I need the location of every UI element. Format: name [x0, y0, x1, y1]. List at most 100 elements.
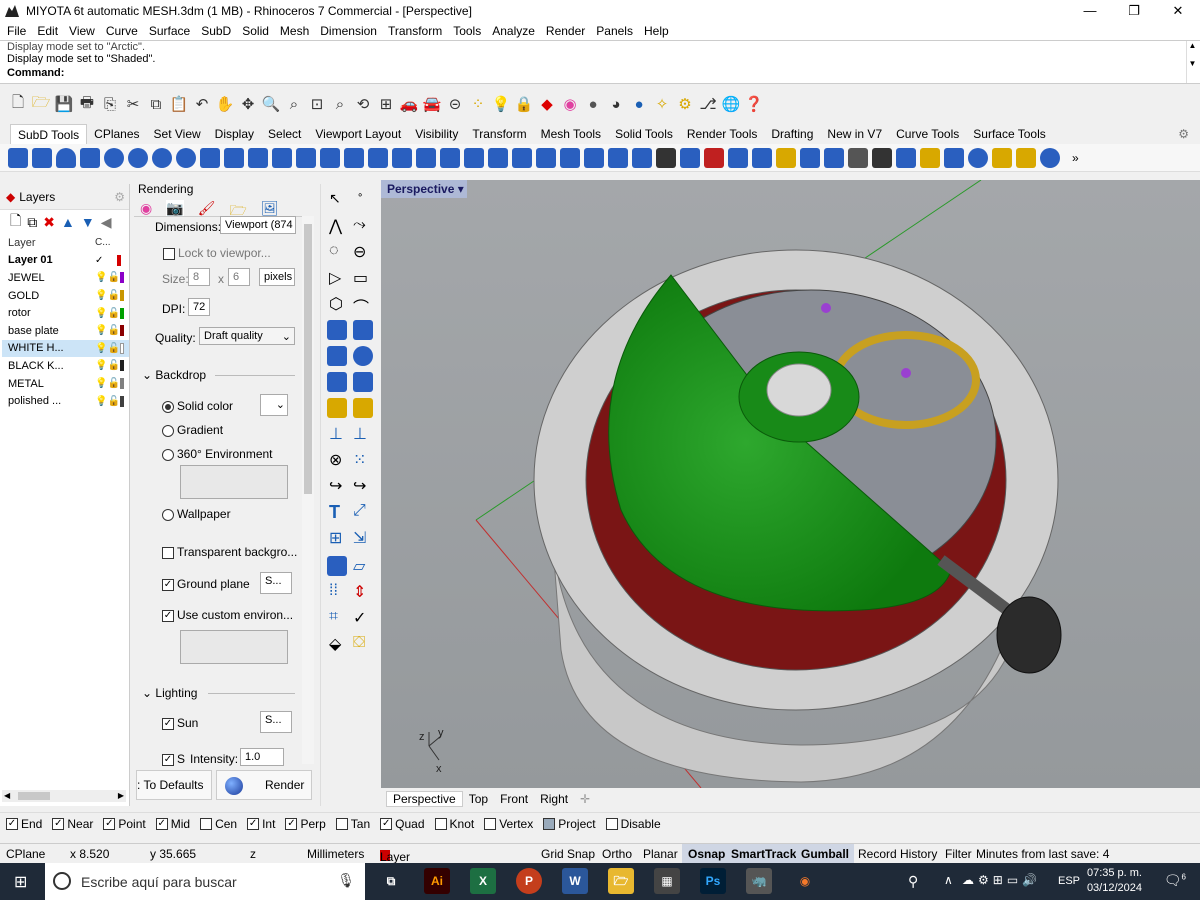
subd-mirror-icon[interactable]: [560, 147, 580, 168]
custom-environment-thumbnail[interactable]: [180, 630, 288, 664]
light-bulb-icon[interactable]: 💡: [491, 94, 511, 114]
panel-options-icon[interactable]: ⚙: [114, 190, 125, 204]
menu-transform[interactable]: Transform: [383, 24, 448, 38]
unlocked-icon[interactable]: 🔓: [107, 290, 119, 301]
split-icon[interactable]: ⊥: [353, 424, 367, 444]
subd-truncated-cone-icon[interactable]: [80, 147, 100, 168]
transform-gear-icon[interactable]: [327, 398, 347, 418]
point-icon[interactable]: ∘: [357, 190, 363, 201]
save-icon[interactable]: 💾: [54, 94, 74, 114]
powerpoint-taskbar-icon[interactable]: P: [516, 868, 542, 894]
ground-plane-checkbox[interactable]: ✓ Ground plane: [162, 577, 250, 591]
menu-solid[interactable]: Solid: [237, 24, 275, 38]
tab-drafting[interactable]: Drafting: [764, 124, 820, 144]
delete-layer-icon[interactable]: ✖: [43, 214, 55, 231]
menu-view[interactable]: View: [64, 24, 101, 38]
visible-bulb-icon[interactable]: 💡: [95, 396, 107, 407]
lighting-section-header[interactable]: ⌄ Lighting: [142, 686, 197, 700]
car-icon[interactable]: 🚗: [399, 94, 419, 114]
tab-surface-tools[interactable]: Surface Tools: [966, 124, 1053, 144]
subd-multi-icon[interactable]: [896, 147, 916, 168]
sun-checkbox[interactable]: ✓ Sun: [162, 716, 198, 730]
four-viewports-icon[interactable]: ⊞: [376, 94, 396, 114]
layers-tab[interactable]: ◆ Layers ⚙: [0, 184, 129, 210]
subd-fill-icon[interactable]: [464, 147, 484, 168]
taskbar-search-box[interactable]: Escribe aquí para buscar 🎙: [45, 863, 365, 900]
subd-sweep-icon[interactable]: [296, 147, 316, 168]
menu-surface[interactable]: Surface: [144, 24, 196, 38]
polygon-icon[interactable]: ⬡: [329, 294, 343, 314]
osnap-point-checkbox[interactable]: ✓ Point: [103, 817, 146, 831]
visible-bulb-icon[interactable]: 💡: [95, 378, 107, 389]
osnap-knot-checkbox[interactable]: Knot: [434, 817, 474, 831]
viewport-dropdown-icon[interactable]: ▾: [458, 182, 464, 196]
print-icon[interactable]: 🖶: [77, 94, 97, 114]
circle-icon[interactable]: ◌: [329, 242, 339, 260]
status-cplane[interactable]: CPlane: [6, 847, 45, 861]
toolbar-settings-gear-icon[interactable]: ⚙: [1171, 124, 1196, 144]
tab-mesh-tools[interactable]: Mesh Tools: [534, 124, 608, 144]
visible-bulb-icon[interactable]: 💡: [95, 308, 107, 319]
calculator-taskbar-icon[interactable]: ▦: [654, 868, 680, 894]
osnap-cen-checkbox[interactable]: Cen: [200, 817, 237, 831]
visible-bulb-icon[interactable]: 💡: [95, 290, 107, 301]
new-file-icon[interactable]: 🗋: [8, 94, 28, 114]
undo-icon[interactable]: ↶: [192, 94, 212, 114]
people-icon[interactable]: ⚲: [908, 873, 918, 890]
spotlight-icon[interactable]: ✧: [652, 94, 672, 114]
size-width-input[interactable]: 8: [188, 268, 210, 286]
tab-subd-tools[interactable]: SubD Tools: [10, 123, 88, 145]
windows-start-icon[interactable]: ⊞: [14, 872, 27, 892]
layer-row[interactable]: GOLD 💡🔓: [2, 286, 129, 305]
perspective-viewport[interactable]: z y x: [381, 180, 1200, 788]
status-smarttrack[interactable]: SmartTrack: [726, 844, 802, 864]
viewport-title-tab[interactable]: Perspective ▾: [381, 180, 467, 198]
osnap-mid-checkbox[interactable]: ✓ Mid: [155, 817, 190, 831]
tab-new-in-v7[interactable]: New in V7: [820, 124, 889, 144]
move-view-icon[interactable]: ✥: [238, 94, 258, 114]
layer-row[interactable]: BLACK K... 💡🔓: [2, 357, 129, 376]
minimize-button[interactable]: —: [1068, 0, 1112, 22]
menu-tools[interactable]: Tools: [448, 24, 487, 38]
menu-curve[interactable]: Curve: [101, 24, 144, 38]
menu-panels[interactable]: Panels: [591, 24, 639, 38]
osnap-tan-checkbox[interactable]: Tan: [335, 817, 370, 831]
subd-list-icon[interactable]: [848, 147, 868, 168]
zoom-extents-icon[interactable]: ⊡: [307, 94, 327, 114]
sphere-icon[interactable]: [353, 346, 373, 366]
select-arrow-icon[interactable]: ↖: [329, 190, 341, 207]
osnap-perp-checkbox[interactable]: ✓ Perp: [285, 817, 326, 831]
copy-icon[interactable]: ⧉: [146, 94, 166, 114]
osnap-project-checkbox[interactable]: Project: [543, 817, 596, 831]
restore-button[interactable]: ❐: [1112, 0, 1156, 22]
boolean-icon[interactable]: ⊗: [329, 450, 342, 470]
environment-sphere-icon[interactable]: ●: [629, 94, 649, 114]
status-osnap[interactable]: Osnap: [682, 844, 732, 864]
visible-bulb-icon[interactable]: 💡: [95, 325, 107, 336]
dimension-icon[interactable]: ⤢: [353, 502, 366, 520]
add-viewport-tab-icon[interactable]: ✛: [574, 792, 596, 806]
backdrop-solid-color-radio[interactable]: Solid color: [162, 399, 233, 413]
osnap-end-checkbox[interactable]: ✓ End: [6, 817, 42, 831]
notifications-icon[interactable]: 🗨6: [1164, 872, 1186, 889]
transparent-background-checkbox[interactable]: Transparent backgro...: [162, 545, 297, 559]
subd-quadball-icon[interactable]: [200, 147, 220, 168]
command-prompt[interactable]: Command:: [7, 67, 64, 79]
subd-revolve-icon[interactable]: [320, 147, 340, 168]
subd-box-mode-icon[interactable]: [752, 147, 772, 168]
subd-ellipsoid-icon[interactable]: [152, 147, 172, 168]
quality-select[interactable]: Draft quality ⌄: [199, 327, 295, 345]
layer-color-swatch[interactable]: [119, 395, 124, 407]
excel-taskbar-icon[interactable]: X: [470, 868, 496, 894]
subd-grid-icon[interactable]: [824, 147, 844, 168]
menu-render[interactable]: Render: [541, 24, 591, 38]
osnap-int-checkbox[interactable]: ✓ Int: [247, 817, 275, 831]
mesh-icon[interactable]: [353, 372, 373, 392]
layer-color-swatch[interactable]: [117, 254, 122, 266]
paint-bucket-icon[interactable]: ⛋: [353, 634, 365, 652]
menu-file[interactable]: File: [2, 24, 32, 38]
subd-loft-icon[interactable]: [272, 147, 292, 168]
rotate-view-icon[interactable]: ⟲: [353, 94, 373, 114]
unlocked-icon[interactable]: 🔓: [107, 378, 119, 389]
status-units[interactable]: Millimeters: [307, 847, 364, 861]
